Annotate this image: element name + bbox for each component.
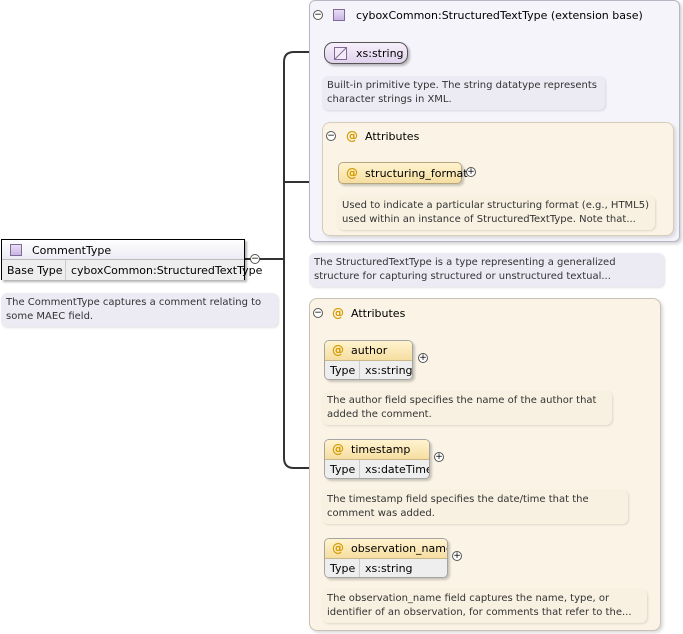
structuring-format-attribute[interactable]: @ structuring_format xyxy=(338,162,468,184)
attribute-type-row: Type xs:dateTime xyxy=(325,460,430,478)
collapse-inner-attributes-icon[interactable]: − xyxy=(326,131,336,141)
attribute-name: timestamp xyxy=(351,443,411,456)
comment-type-node[interactable]: CommentType Base Type cyboxCommon:Struct… xyxy=(1,239,262,280)
simple-type-icon xyxy=(334,47,347,60)
string-type-node[interactable]: xs:string xyxy=(324,42,408,64)
at-icon: @ xyxy=(346,129,358,143)
type-label: Type xyxy=(330,364,356,377)
attribute-type-row: Type xs:string xyxy=(325,361,413,379)
string-type-label: xs:string xyxy=(356,47,404,60)
collapse-extension-icon[interactable]: − xyxy=(313,10,323,20)
attribute-name: structuring_format xyxy=(365,167,468,180)
extension-panel: − cyboxCommon:StructuredTextType (extens… xyxy=(309,0,680,242)
timestamp-attribute[interactable]: @ timestamp Type xs:dateTime xyxy=(324,439,430,479)
type-divider xyxy=(359,460,360,478)
inner-attributes-panel: − @ Attributes @ structuring_format + Us… xyxy=(322,122,674,236)
author-doc: The author field specifies the name of t… xyxy=(322,391,612,425)
at-icon: @ xyxy=(332,442,344,456)
extension-title: cyboxCommon:StructuredTextType (extensio… xyxy=(356,9,643,22)
type-value: xs:dateTime xyxy=(365,463,430,476)
at-icon: @ xyxy=(332,541,344,555)
attribute-header: @ observation_name xyxy=(325,539,447,559)
type-value: xs:string xyxy=(365,562,413,575)
comment-type-doc: The CommentType captures a comment relat… xyxy=(1,293,278,327)
attribute-name: observation_name xyxy=(351,542,448,555)
type-value: xs:string xyxy=(365,364,413,377)
structuring-format-doc: Used to indicate a particular structurin… xyxy=(337,196,655,230)
attribute-type-row: Type xs:string xyxy=(325,559,447,577)
observation-name-attribute[interactable]: @ observation_name Type xs:string xyxy=(324,538,448,578)
extension-doc: The StructuredTextType is a type represe… xyxy=(309,253,664,287)
type-label: Type xyxy=(330,463,356,476)
expand-author-icon[interactable]: + xyxy=(418,353,428,363)
expand-structuring-format-icon[interactable]: + xyxy=(466,167,476,177)
complex-type-icon xyxy=(10,244,22,256)
base-type-value: cyboxCommon:StructuredTextType xyxy=(71,264,263,277)
timestamp-doc: The timestamp field specifies the date/t… xyxy=(322,490,628,524)
inner-attributes-label: Attributes xyxy=(365,130,420,143)
collapse-comment-type-icon[interactable]: − xyxy=(250,254,260,264)
at-icon: @ xyxy=(332,306,344,320)
author-attribute[interactable]: @ author Type xs:string xyxy=(324,340,413,380)
attributes-label: Attributes xyxy=(351,307,406,320)
base-type-divider xyxy=(65,260,66,280)
attribute-name: author xyxy=(351,344,388,357)
observation-name-doc: The observation_name field captures the … xyxy=(322,589,647,623)
string-doc: Built-in primitive type. The string data… xyxy=(322,76,605,110)
type-label: Type xyxy=(330,562,356,575)
type-divider xyxy=(359,361,360,379)
type-divider xyxy=(359,559,360,577)
comment-type-header: CommentType xyxy=(2,240,244,260)
attribute-header: @ author xyxy=(325,341,412,361)
attributes-panel: − @ Attributes @ author Type xs:string +… xyxy=(309,298,661,631)
base-type-label: Base Type xyxy=(7,264,63,277)
comment-type-title: CommentType xyxy=(32,244,112,257)
attribute-header: @ timestamp xyxy=(325,440,429,460)
expand-timestamp-icon[interactable]: + xyxy=(434,452,444,462)
collapse-attributes-icon[interactable]: − xyxy=(313,308,323,318)
base-type-row: Base Type cyboxCommon:StructuredTextType xyxy=(2,260,262,280)
type-icon xyxy=(333,9,345,21)
at-icon: @ xyxy=(346,166,358,180)
expand-observation-name-icon[interactable]: + xyxy=(452,551,462,561)
at-icon: @ xyxy=(332,343,344,357)
